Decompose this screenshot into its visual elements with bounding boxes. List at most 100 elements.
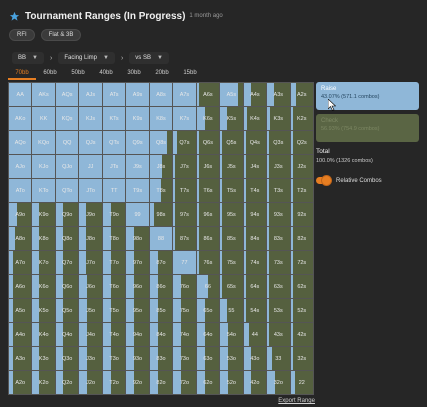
hand-cell[interactable]: AKs [32, 83, 55, 106]
hand-cell[interactable]: 75s [220, 251, 243, 274]
hand-cell[interactable]: 62o [196, 371, 220, 394]
hand-cell[interactable]: K3s [267, 107, 290, 130]
hand-cell[interactable]: TT [102, 179, 126, 202]
hand-cell[interactable]: T3s [267, 179, 290, 202]
hand-cell[interactable]: AKo [9, 107, 32, 130]
hand-cell[interactable]: 32o [267, 371, 290, 394]
hand-cell[interactable]: J9s [126, 155, 149, 178]
hand-cell[interactable]: 52o [220, 371, 243, 394]
hand-cell[interactable]: QTs [102, 131, 126, 154]
hand-cell[interactable]: A8o [9, 227, 32, 250]
hand-cell[interactable]: QQ [55, 131, 79, 154]
hand-cell[interactable]: QTo [55, 179, 79, 202]
hand-cell[interactable]: Q3s [267, 131, 290, 154]
hand-cell[interactable]: Q4s [243, 131, 267, 154]
hand-cell[interactable]: 42s [290, 323, 313, 346]
hand-cell[interactable]: 83s [267, 227, 290, 250]
hand-cell[interactable]: Q7s [173, 131, 196, 154]
hand-cell[interactable]: Q3o [55, 347, 79, 370]
hand-cell[interactable]: K9s [126, 107, 149, 130]
hand-cell[interactable]: KK [32, 107, 55, 130]
hand-cell[interactable]: T8o [102, 227, 126, 250]
hand-cell[interactable]: A4o [9, 323, 32, 346]
hand-cell[interactable]: Q4o [55, 323, 79, 346]
hand-cell[interactable]: 85o [149, 299, 173, 322]
hand-cell[interactable]: 53o [220, 347, 243, 370]
hand-cell[interactable]: T7o [102, 251, 126, 274]
position-select[interactable]: BB ▼ [12, 52, 44, 64]
hand-cell[interactable]: J7s [173, 155, 196, 178]
hand-cell[interactable]: Q8o [55, 227, 79, 250]
export-range-link[interactable]: Export Range [278, 398, 315, 404]
hand-cell[interactable]: T9s [126, 179, 149, 202]
hand-cell[interactable]: 77 [173, 251, 196, 274]
tab-20bb[interactable]: 20bb [148, 68, 176, 80]
tab-60bb[interactable]: 60bb [36, 68, 64, 80]
hand-cell[interactable]: T4s [243, 179, 267, 202]
hand-cell[interactable]: 96o [126, 275, 149, 298]
hand-cell[interactable]: AA [9, 83, 32, 106]
tab-50bb[interactable]: 50bb [64, 68, 92, 80]
hand-cell[interactable]: A4s [243, 83, 267, 106]
hand-cell[interactable]: A9s [126, 83, 149, 106]
hand-cell[interactable]: 88 [149, 227, 173, 250]
hand-cell[interactable]: 92o [126, 371, 149, 394]
hand-cell[interactable]: K2o [32, 371, 55, 394]
hand-cell[interactable]: J8o [79, 227, 102, 250]
hand-cell[interactable]: T2o [102, 371, 126, 394]
hand-cell[interactable]: K9o [32, 203, 55, 226]
hand-cell[interactable]: 44 [243, 323, 267, 346]
hand-cell[interactable]: Q9s [126, 131, 149, 154]
hand-cell[interactable]: 65s [220, 275, 243, 298]
hand-cell[interactable]: 73o [173, 347, 196, 370]
hand-cell[interactable]: Q9o [55, 203, 79, 226]
hand-cell[interactable]: 43s [267, 323, 290, 346]
hand-cell[interactable]: T5o [102, 299, 126, 322]
hand-cell[interactable]: J4s [243, 155, 267, 178]
hand-cell[interactable]: 33 [267, 347, 290, 370]
hand-cell[interactable]: ATo [9, 179, 32, 202]
hand-cell[interactable]: J3s [267, 155, 290, 178]
hand-cell[interactable]: 76o [173, 275, 196, 298]
hand-cell[interactable]: K7s [173, 107, 196, 130]
hand-cell[interactable]: K6o [32, 275, 55, 298]
hand-cell[interactable]: 64o [196, 323, 220, 346]
hand-cell[interactable]: J2s [290, 155, 313, 178]
hand-cell[interactable]: 82o [149, 371, 173, 394]
tag-flat-3b[interactable]: Flat & 3B [40, 29, 82, 41]
hand-cell[interactable]: K7o [32, 251, 55, 274]
hand-cell[interactable]: 43o [243, 347, 267, 370]
hand-cell[interactable]: KJo [32, 155, 55, 178]
hand-cell[interactable]: A5o [9, 299, 32, 322]
hand-cell[interactable]: AJs [79, 83, 102, 106]
hand-cell[interactable]: T6o [102, 275, 126, 298]
hand-cell[interactable]: 75o [173, 299, 196, 322]
hand-cell[interactable]: A3s [267, 83, 290, 106]
hand-cell[interactable]: 54s [243, 299, 267, 322]
hand-cell[interactable]: T5s [220, 179, 243, 202]
hand-cell[interactable]: J4o [79, 323, 102, 346]
hand-cell[interactable]: K4s [243, 107, 267, 130]
hand-cell[interactable]: Q5s [220, 131, 243, 154]
hand-cell[interactable]: 62s [290, 275, 313, 298]
hand-cell[interactable]: 87o [149, 251, 173, 274]
hand-cell[interactable]: 32s [290, 347, 313, 370]
hand-cell[interactable]: 95o [126, 299, 149, 322]
hand-cell[interactable]: K5s [220, 107, 243, 130]
hand-cell[interactable]: 85s [220, 227, 243, 250]
hand-cell[interactable]: 42o [243, 371, 267, 394]
relative-combos-toggle[interactable] [316, 176, 331, 185]
hand-cell[interactable]: K6s [196, 107, 220, 130]
hand-cell[interactable]: ATs [102, 83, 126, 106]
hand-cell[interactable]: A2o [9, 371, 32, 394]
tab-30bb[interactable]: 30bb [120, 68, 148, 80]
hand-cell[interactable]: T8s [149, 179, 173, 202]
hand-cell[interactable]: A7s [173, 83, 196, 106]
hand-cell[interactable]: T6s [196, 179, 220, 202]
hand-cell[interactable]: T2s [290, 179, 313, 202]
hand-cell[interactable]: 22 [290, 371, 313, 394]
hand-cell[interactable]: T3o [102, 347, 126, 370]
hand-cell[interactable]: K3o [32, 347, 55, 370]
hand-cell[interactable]: Q8s [149, 131, 173, 154]
hand-cell[interactable]: J5o [79, 299, 102, 322]
